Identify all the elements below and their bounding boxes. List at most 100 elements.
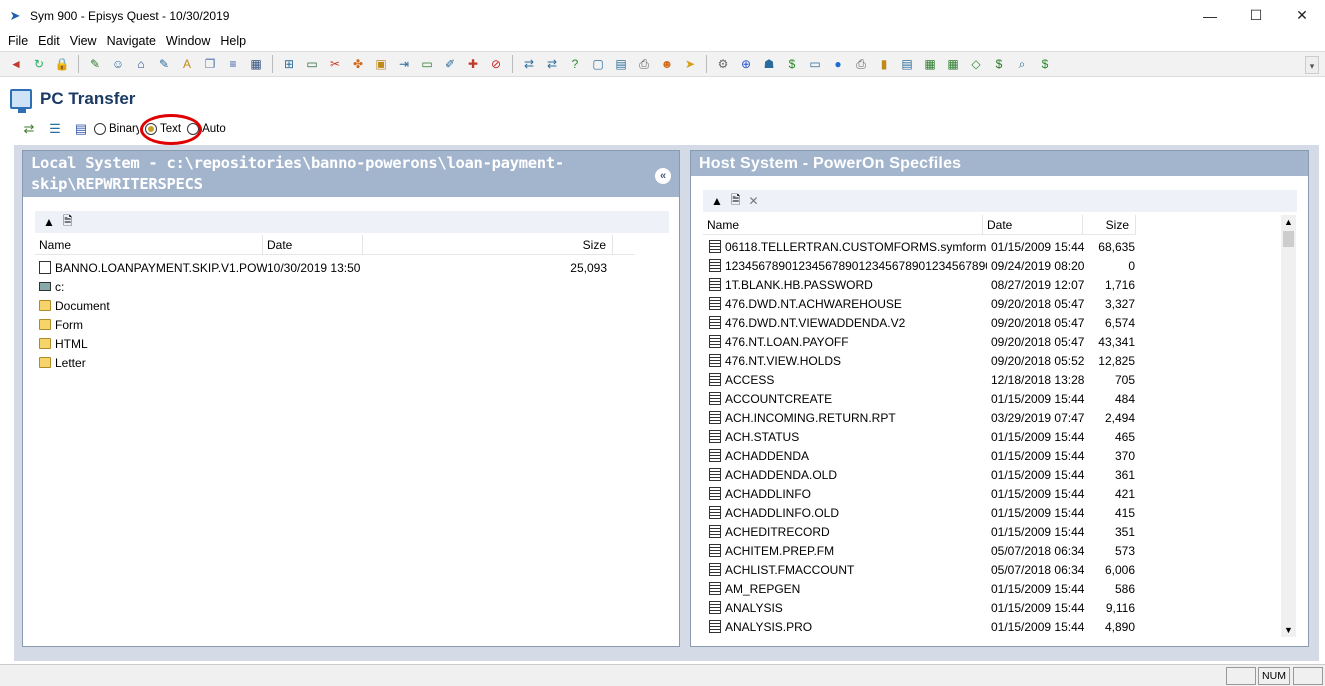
list-icon[interactable]: ≡ <box>224 55 242 73</box>
menu-edit[interactable]: Edit <box>33 34 65 48</box>
host-file-row[interactable]: ACCESS 12/18/2018 13:28 705 <box>709 370 1135 389</box>
stack-icon[interactable]: ☰ <box>46 120 64 138</box>
transfer2-icon[interactable]: ⇄ <box>543 55 561 73</box>
monitor-green-icon[interactable]: ▭ <box>418 55 436 73</box>
calculator-icon[interactable]: ▦ <box>944 55 962 73</box>
person-icon[interactable]: ☻ <box>658 55 676 73</box>
letter-a-icon[interactable]: A <box>178 55 196 73</box>
print-icon[interactable]: ⎙ <box>852 55 870 73</box>
host-file-row[interactable]: 476.NT.LOAN.PAYOFF 09/20/2018 05:47 43,341 <box>709 332 1135 351</box>
host-file-row[interactable]: 1T.BLANK.HB.PASSWORD 08/27/2019 12:07 1,71… <box>709 275 1135 294</box>
monitor-icon[interactable]: ▭ <box>303 55 321 73</box>
screen-icon[interactable]: ▭ <box>806 55 824 73</box>
dollar-icon[interactable]: $ <box>990 55 1008 73</box>
team-icon[interactable]: ☗ <box>760 55 778 73</box>
search-icon[interactable]: ⌕ <box>1013 55 1031 73</box>
host-col-name[interactable]: Name <box>703 214 983 235</box>
host-file-row[interactable]: 06118.TELLERTRAN.CUSTOMFORMS.symform 01/1… <box>709 237 1135 256</box>
folder-open-icon[interactable]: ▣ <box>372 55 390 73</box>
globe-icon[interactable]: ● <box>829 55 847 73</box>
radio-binary-circle[interactable] <box>94 123 106 135</box>
export-icon[interactable]: ⇥ <box>395 55 413 73</box>
cash-icon[interactable]: $ <box>1036 55 1054 73</box>
stop-icon[interactable]: ⊘ <box>487 55 505 73</box>
calendar-icon[interactable]: ▦ <box>247 55 265 73</box>
tools-icon[interactable]: ✂ <box>326 55 344 73</box>
red-cross-icon[interactable]: ✚ <box>464 55 482 73</box>
host-file-row[interactable]: ACHADDLINFO.OLD 01/15/2009 15:44 415 <box>709 503 1135 522</box>
local-file-row[interactable]: Letter <box>39 353 607 372</box>
money-icon[interactable]: $ <box>783 55 801 73</box>
host-file-row[interactable]: ACHADDLINFO 01/15/2009 15:44 421 <box>709 484 1135 503</box>
host-file-row[interactable]: ANALYSIS.PRO 01/15/2009 15:44 4,890 <box>709 617 1135 636</box>
edit-icon[interactable]: ✎ <box>86 55 104 73</box>
lock-icon[interactable]: 🔒 <box>53 55 71 73</box>
sort-up-icon[interactable]: ▲ <box>711 194 723 208</box>
tag-icon[interactable]: ◇ <box>967 55 985 73</box>
transfer-files-icon[interactable]: ⇄ <box>20 120 38 138</box>
collapse-panel-icon[interactable]: « <box>655 168 671 184</box>
menu-help[interactable]: Help <box>215 34 251 48</box>
local-file-row[interactable]: BANNO.LOANPAYMENT.SKIP.V1.POW 10/30/2019 … <box>39 258 607 277</box>
host-file-row[interactable]: ACHEDITRECORD 01/15/2009 15:44 351 <box>709 522 1135 541</box>
host-col-date[interactable]: Date <box>983 214 1083 235</box>
host-file-row[interactable]: ANALYSIS 01/15/2009 15:44 9,116 <box>709 598 1135 617</box>
host-col-size[interactable]: Size <box>1083 214 1136 235</box>
puzzle-icon[interactable]: ✤ <box>349 55 367 73</box>
scroll-up-arrow[interactable]: ▲ <box>1281 215 1296 229</box>
menu-view[interactable]: View <box>65 34 102 48</box>
close-button[interactable]: ✕ <box>1279 0 1325 31</box>
host-file-row[interactable]: AM_REPGEN 01/15/2009 15:44 586 <box>709 579 1135 598</box>
local-file-row[interactable]: c: <box>39 277 607 296</box>
local-file-row[interactable]: HTML <box>39 334 607 353</box>
menu-navigate[interactable]: Navigate <box>102 34 161 48</box>
host-file-row[interactable]: 476.DWD.NT.ACHWAREHOUSE 09/20/2018 05:47 3… <box>709 294 1135 313</box>
menu-window[interactable]: Window <box>161 34 215 48</box>
refresh-doc-icon[interactable]: 🗎 <box>63 212 73 233</box>
printer-icon[interactable]: ⎙ <box>635 55 653 73</box>
host-file-row[interactable]: ACHLIST.FMACCOUNT 05/07/2018 06:34 6,006 <box>709 560 1135 579</box>
local-col-size[interactable]: Size <box>363 234 613 255</box>
sort-up-icon[interactable]: ▲ <box>43 215 55 229</box>
table-icon[interactable]: ▦ <box>921 55 939 73</box>
crosshair-icon[interactable]: ⊕ <box>737 55 755 73</box>
local-file-row[interactable]: Form <box>39 315 607 334</box>
toolbar-overflow-button[interactable]: ▾ <box>1305 56 1319 74</box>
refresh-icon[interactable]: ↻ <box>30 55 48 73</box>
scroll-thumb[interactable] <box>1283 231 1294 247</box>
chart-icon[interactable]: ▮ <box>875 55 893 73</box>
note-icon[interactable]: ✎ <box>155 55 173 73</box>
menu-file[interactable]: File <box>3 34 33 48</box>
network-icon[interactable]: ⊞ <box>280 55 298 73</box>
host-file-row[interactable]: ACHITEM.PREP.FM 05/07/2018 06:34 573 <box>709 541 1135 560</box>
home-icon[interactable]: ⌂ <box>132 55 150 73</box>
host-file-row[interactable]: ACH.INCOMING.RETURN.RPT 03/29/2019 07:47 2… <box>709 408 1135 427</box>
host-file-row[interactable]: 1234567890123456789012345678901234567890… <box>709 256 1135 275</box>
host-file-row[interactable]: 476.DWD.NT.VIEWADDENDA.V2 09/20/2018 05:4… <box>709 313 1135 332</box>
gear-icon[interactable]: ⚙ <box>714 55 732 73</box>
maximize-button[interactable]: ☐ <box>1233 0 1279 31</box>
mode-binary-radio[interactable]: Binary <box>94 123 139 135</box>
send-icon[interactable]: ➤ <box>681 55 699 73</box>
local-col-name[interactable]: Name <box>35 234 263 255</box>
box-icon[interactable]: ▢ <box>589 55 607 73</box>
delete-icon[interactable]: ✕ <box>749 194 759 208</box>
local-file-row[interactable]: Document <box>39 296 607 315</box>
local-col-date[interactable]: Date <box>263 234 363 255</box>
stack-icon[interactable]: ▤ <box>898 55 916 73</box>
minimize-button[interactable]: — <box>1187 0 1233 31</box>
host-file-row[interactable]: 476.NT.VIEW.HOLDS 09/20/2018 05:52 12,825 <box>709 351 1135 370</box>
help-icon[interactable]: ? <box>566 55 584 73</box>
user-icon[interactable]: ☺ <box>109 55 127 73</box>
host-file-row[interactable]: ACCOUNTCREATE 01/15/2009 15:44 484 <box>709 389 1135 408</box>
refresh-doc-icon[interactable]: 🗎 <box>731 191 741 212</box>
host-file-row[interactable]: ACHADDENDA.OLD 01/15/2009 15:44 361 <box>709 465 1135 484</box>
copy-icon[interactable]: ❐ <box>201 55 219 73</box>
pencil-icon[interactable]: ✐ <box>441 55 459 73</box>
host-scrollbar[interactable]: ▲ ▼ <box>1281 215 1296 637</box>
properties-icon[interactable]: ▤ <box>72 120 90 138</box>
host-file-row[interactable]: ACH.STATUS 01/15/2009 15:44 465 <box>709 427 1135 446</box>
transfer-icon[interactable]: ⇄ <box>520 55 538 73</box>
form-icon[interactable]: ▤ <box>612 55 630 73</box>
host-file-row[interactable]: ACHADDENDA 01/15/2009 15:44 370 <box>709 446 1135 465</box>
